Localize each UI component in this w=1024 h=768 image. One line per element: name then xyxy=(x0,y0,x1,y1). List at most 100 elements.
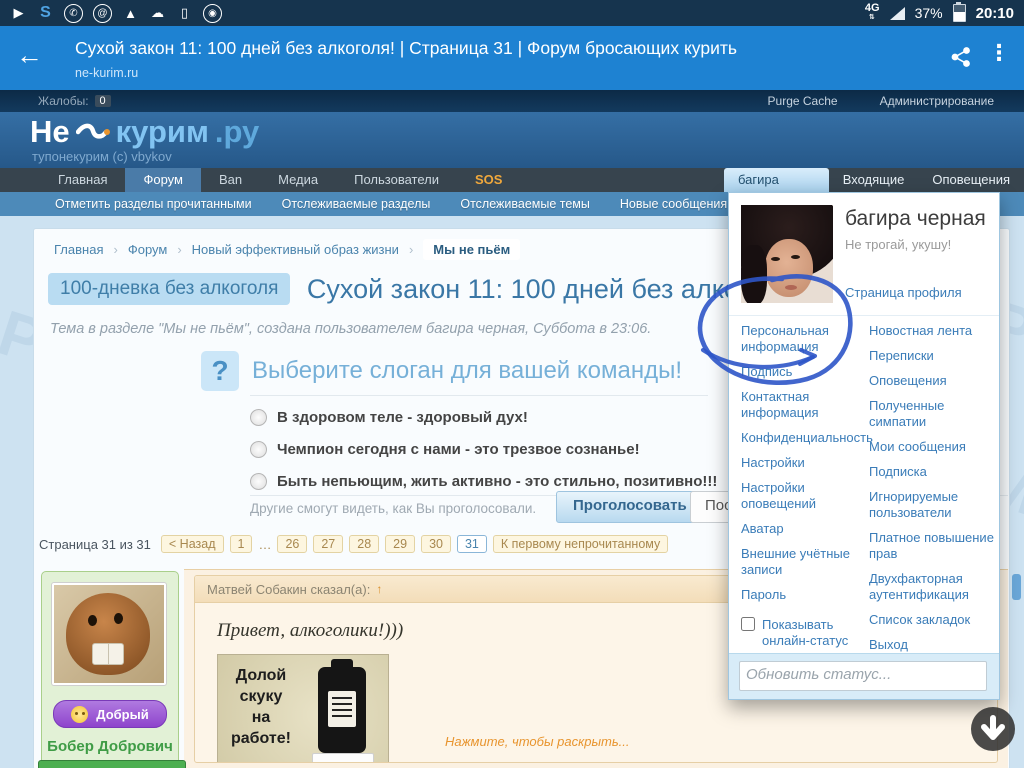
profile-page-link[interactable]: Страница профиля xyxy=(845,285,962,300)
tab-media[interactable]: Медиа xyxy=(260,168,336,192)
moderator-bar: Жалобы: 0 Purge Cache Администрирование xyxy=(0,90,1024,112)
quote-author: Матвей Собакин сказал(а): xyxy=(207,581,371,597)
breadcrumb-home[interactable]: Главная xyxy=(54,242,103,257)
page-button-27[interactable]: 27 xyxy=(313,535,344,553)
expand-quote-link[interactable]: Нажмите, чтобы раскрыть... xyxy=(445,734,630,749)
page-button-26[interactable]: 26 xyxy=(277,535,308,553)
thread-prefix-badge[interactable]: 100-дневка без алкоголя xyxy=(48,273,291,305)
skype-icon: S xyxy=(40,4,51,21)
battery-icon xyxy=(952,2,966,22)
poll-option-3[interactable]: Быть непьющим, жить активно - это стильн… xyxy=(250,473,717,490)
page-title: Сухой закон 11: 100 дней без алкоголя! |… xyxy=(75,38,737,58)
online-status-toggle[interactable]: Показывать онлайн-статус xyxy=(741,617,865,649)
menu-alerts[interactable]: Оповещения xyxy=(869,373,997,389)
page-button-current[interactable]: 31 xyxy=(456,535,487,553)
breadcrumb-separator: › xyxy=(408,242,414,257)
radio-icon[interactable] xyxy=(250,409,267,426)
menu-bookmarks[interactable]: Список закладок xyxy=(869,612,997,628)
menu-my-posts[interactable]: Мои сообщения xyxy=(869,439,997,455)
menu-likes-received[interactable]: Полученные симпатии xyxy=(869,398,997,430)
whiskey-bottle-graphic xyxy=(304,655,388,762)
menu-password[interactable]: Пароль xyxy=(741,587,865,603)
profile-avatar[interactable] xyxy=(741,205,833,303)
tab-ban[interactable]: Ban xyxy=(201,168,260,192)
breadcrumb: Главная › Форум › Новый эффективный обра… xyxy=(54,239,521,260)
logo-ru: .ру xyxy=(214,114,260,149)
menu-conversations[interactable]: Переписки xyxy=(869,348,997,364)
menu-contact-details[interactable]: Контактная информация xyxy=(741,389,865,421)
browser-menu-icon[interactable]: ⋮ xyxy=(988,40,1010,66)
menu-preferences[interactable]: Настройки xyxy=(741,455,865,471)
breadcrumb-separator: › xyxy=(177,242,182,257)
tab-home[interactable]: Главная xyxy=(40,168,125,192)
menu-news-feed[interactable]: Новостная лента xyxy=(869,323,997,339)
scroll-to-bottom-button[interactable] xyxy=(971,707,1015,751)
menu-ignored-users[interactable]: Игнорируемые пользователи xyxy=(869,489,997,521)
menu-paid-upgrade[interactable]: Платное повышение прав xyxy=(869,530,997,562)
poll-option-1[interactable]: В здоровом теле - здоровый дух! xyxy=(250,409,528,426)
jump-to-post-icon[interactable]: ↑ xyxy=(376,582,382,596)
main-nav: Главная Форум Ban Медиа Пользователи SOS… xyxy=(0,168,1024,211)
menu-external-accounts[interactable]: Внешние учётные записи xyxy=(741,546,865,578)
menu-personal-details[interactable]: Персональная информация xyxy=(741,323,865,355)
mood-badge[interactable]: Добрый xyxy=(53,700,167,728)
menu-subscription[interactable]: Подписка xyxy=(869,464,997,480)
subnav-watched-forums[interactable]: Отслеживаемые разделы xyxy=(282,197,431,211)
meme-line: работе! xyxy=(231,730,291,747)
menu-two-factor[interactable]: Двухфакторная аутентификация xyxy=(869,571,997,603)
android-status-bar: ▶ S ✆ @ ▲ ☁ ▯ ◉ 4G ⇅ 37% 20:10 xyxy=(0,0,1024,26)
tab-forum[interactable]: Форум xyxy=(125,168,201,192)
menu-privacy[interactable]: Конфиденциальность xyxy=(741,430,873,446)
tab-sos[interactable]: SOS xyxy=(457,168,520,192)
quote-image[interactable]: Долой скуку на работе! xyxy=(217,654,389,762)
shield-icon: ◉ xyxy=(203,3,222,23)
status-update-input[interactable] xyxy=(739,661,987,691)
tab-inbox[interactable]: Входящие xyxy=(829,168,919,192)
breadcrumb-forum[interactable]: Форум xyxy=(128,242,168,257)
back-button[interactable]: ← xyxy=(16,40,43,71)
battery-percent: 37% xyxy=(914,5,943,21)
breadcrumb-section[interactable]: Новый эффективный образ жизни xyxy=(192,242,399,257)
vote-button[interactable]: Проголосовать xyxy=(556,491,704,523)
menu-signature[interactable]: Подпись xyxy=(741,364,865,380)
prev-page-button[interactable]: < Назад xyxy=(160,535,224,553)
author-rank-ribbon xyxy=(38,760,186,768)
radio-icon[interactable] xyxy=(250,473,267,490)
author-username[interactable]: Бобер Добрович xyxy=(42,738,178,755)
author-avatar[interactable] xyxy=(51,582,167,686)
administration-link[interactable]: Администрирование xyxy=(880,94,994,108)
menu-alert-preferences[interactable]: Настройки оповещений xyxy=(741,480,865,512)
meme-line: Долой xyxy=(235,667,287,684)
subnav-watched-threads[interactable]: Отслеживаемые темы xyxy=(460,197,590,211)
site-logo[interactable]: Не курим .ру xyxy=(30,114,259,150)
beaver-avatar-image xyxy=(54,585,164,683)
scrollbar-thumb[interactable] xyxy=(1012,574,1021,600)
logo-ne: Не xyxy=(30,114,70,149)
poll-option-2[interactable]: Чемпион сегодня с нами - это трезвое соз… xyxy=(250,441,640,458)
tab-alerts[interactable]: Оповещения xyxy=(918,168,1024,192)
breadcrumb-current[interactable]: Мы не пьём xyxy=(423,239,521,260)
tab-members[interactable]: Пользователи xyxy=(336,168,457,192)
page-button-1[interactable]: 1 xyxy=(229,535,253,553)
page-button-30[interactable]: 30 xyxy=(421,535,451,553)
radio-icon[interactable] xyxy=(250,441,267,458)
menu-avatar[interactable]: Аватар xyxy=(741,521,865,537)
knotted-cigarette-icon xyxy=(75,123,110,139)
status-update-footer xyxy=(729,653,999,699)
page-button-29[interactable]: 29 xyxy=(385,535,416,553)
subnav-new-posts[interactable]: Новые сообщения xyxy=(620,197,727,211)
quote-text: Привет, алкоголики!))) xyxy=(217,620,404,641)
menu-logout[interactable]: Выход xyxy=(869,637,997,653)
post-author-panel: Добрый Бобер Добрович xyxy=(38,571,186,768)
online-status-checkbox[interactable] xyxy=(741,617,755,631)
tab-account[interactable]: багира черная xyxy=(724,168,829,211)
first-unread-button[interactable]: К первому непрочитанному xyxy=(492,535,669,553)
account-dropdown: багира черная Не трогай, укушу! Страница… xyxy=(728,192,1000,700)
thread-meta: Тема в разделе "Мы не пьём", создана пол… xyxy=(50,321,652,337)
share-icon[interactable] xyxy=(950,46,972,73)
page-button-28[interactable]: 28 xyxy=(349,535,380,553)
profile-status-text: Не трогай, укушу! xyxy=(845,237,952,252)
purge-cache-link[interactable]: Purge Cache xyxy=(768,94,838,108)
subnav-mark-read[interactable]: Отметить разделы прочитанными xyxy=(55,197,252,211)
complaints-label[interactable]: Жалобы: xyxy=(38,94,89,108)
